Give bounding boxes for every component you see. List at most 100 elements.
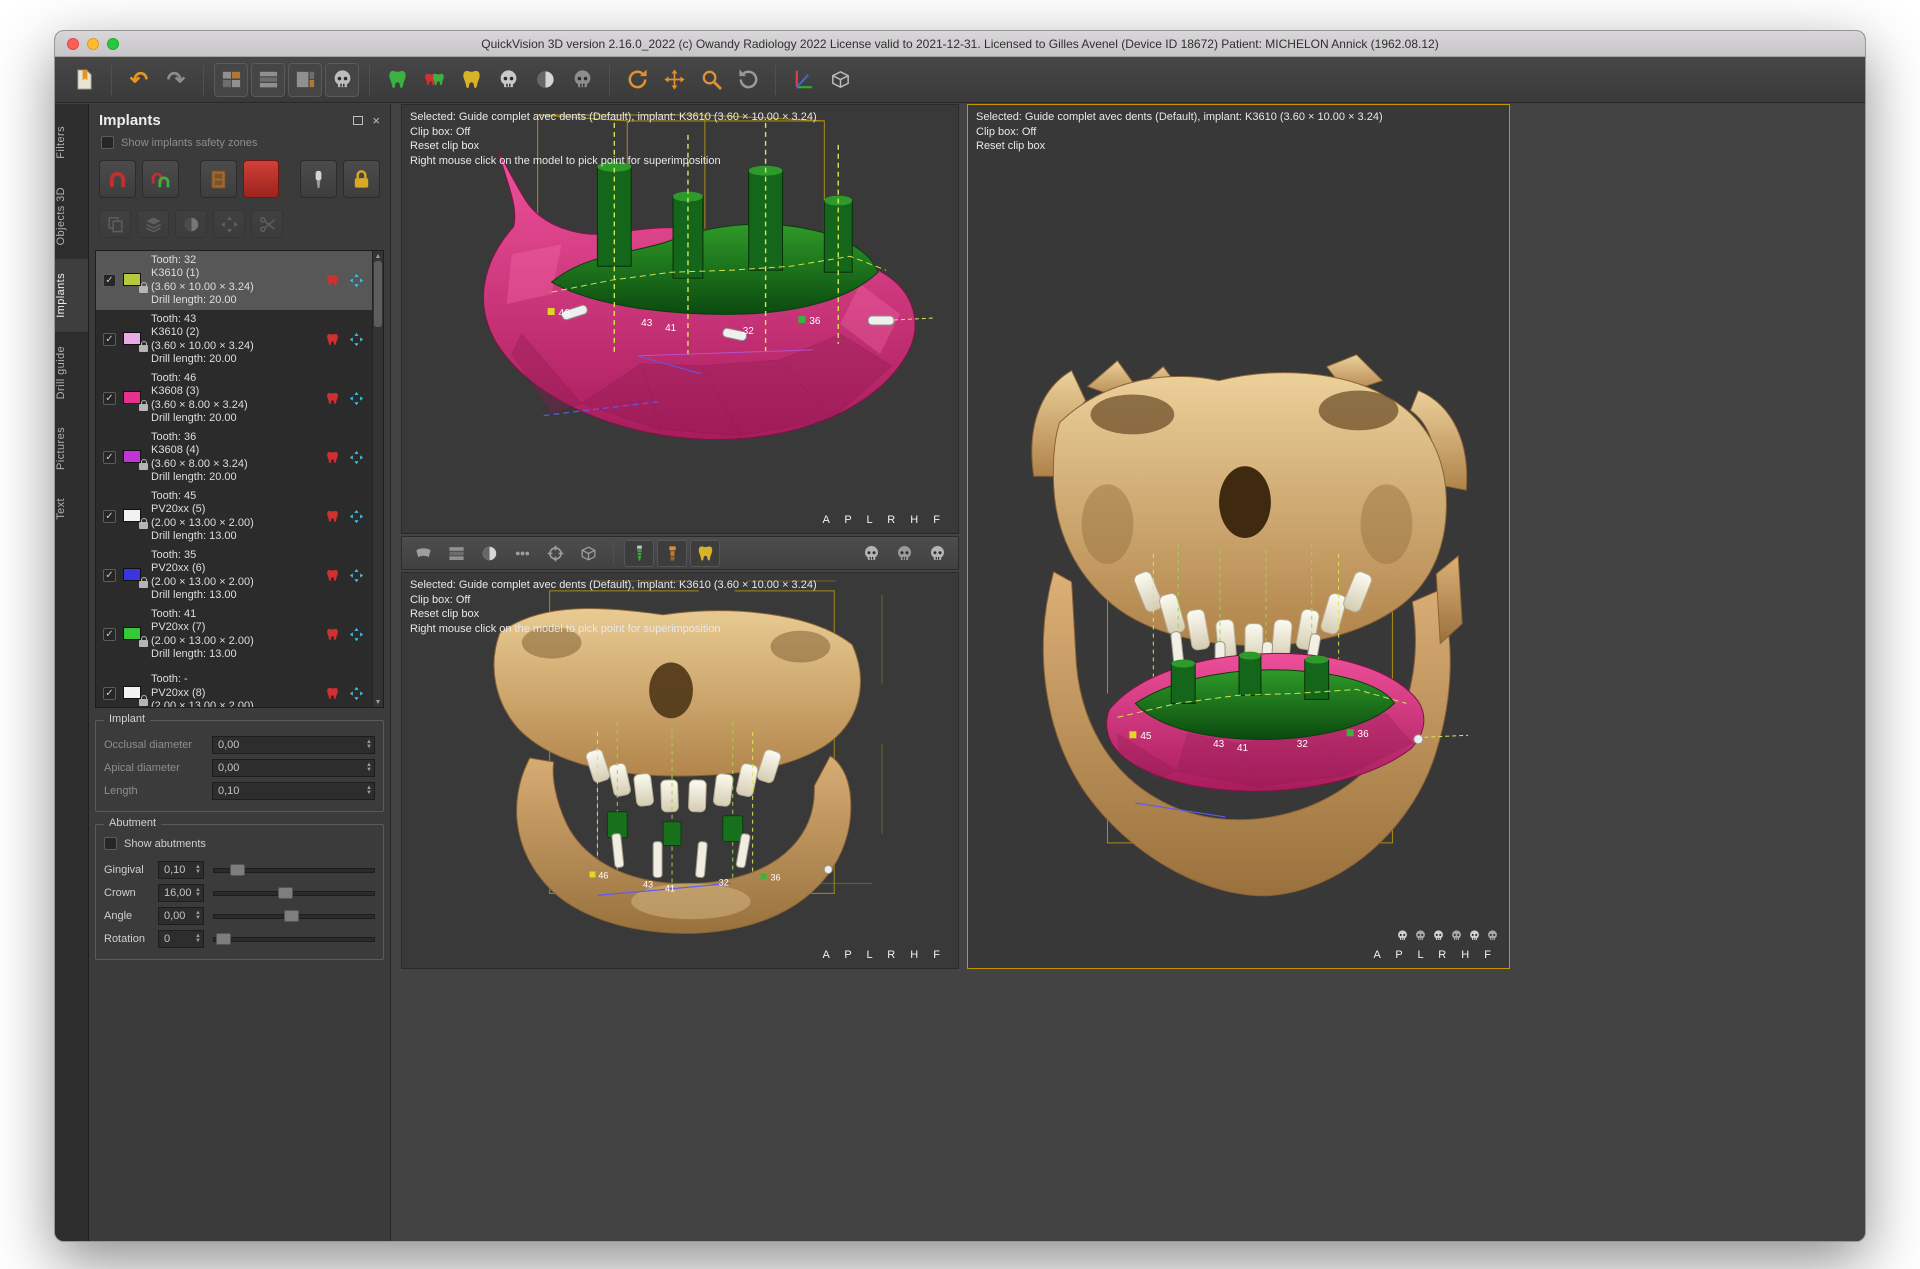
- implant-visible-checkbox[interactable]: ✓: [103, 687, 116, 700]
- spinner[interactable]: ▲▼: [366, 740, 372, 750]
- panel-close-button[interactable]: ×: [372, 114, 380, 127]
- implant-list-item[interactable]: ✓ Tooth: -PV20xx (8)(2.00 × 13.00 × 2.00…: [96, 664, 372, 707]
- delete-implant-icon[interactable]: [325, 686, 340, 701]
- move-implant-icon[interactable]: [349, 568, 364, 583]
- implant-visible-checkbox[interactable]: ✓: [103, 510, 116, 523]
- tooth-gold-button[interactable]: [690, 540, 720, 567]
- skull-left-button[interactable]: [889, 540, 919, 567]
- tab-implants[interactable]: Implants: [55, 259, 88, 332]
- implant-list-item[interactable]: ✓ Tooth: 41PV20xx (7)(2.00 × 13.00 × 2.0…: [96, 605, 372, 664]
- zoom-tool-button[interactable]: [694, 63, 728, 97]
- implant-visible-checkbox[interactable]: ✓: [103, 274, 116, 287]
- model-skull-outline-button[interactable]: [565, 63, 599, 97]
- open-patient-button[interactable]: [67, 63, 101, 97]
- viewport-bone-guide[interactable]: 45 43 41 32 36 Selected: Guide complet a…: [967, 104, 1510, 969]
- length-input[interactable]: 0,10▲▼: [212, 782, 375, 800]
- implant-color-swatch[interactable]: [123, 568, 143, 583]
- skull-anterior-icon[interactable]: [1396, 929, 1409, 942]
- implant-color-swatch[interactable]: [123, 509, 143, 524]
- implant-color-swatch[interactable]: [123, 627, 143, 642]
- skull-guide-model[interactable]: 45 43 41 32 36: [968, 105, 1509, 968]
- implant-list-item[interactable]: ✓ Tooth: 46K3608 (3)(3.60 × 8.00 × 3.24)…: [96, 369, 372, 428]
- implant-list-item[interactable]: ✓ Tooth: 35PV20xx (6)(2.00 × 13.00 × 2.0…: [96, 546, 372, 605]
- model-tooth-gold-button[interactable]: [454, 63, 488, 97]
- angle-input[interactable]: 0,00▲▼: [158, 907, 204, 925]
- scroll-down-button[interactable]: ▼: [375, 697, 382, 707]
- occlusal-diameter-input[interactable]: 0,00▲▼: [212, 736, 375, 754]
- skull-front-button[interactable]: [856, 540, 886, 567]
- lock-implants-button[interactable]: [343, 160, 380, 198]
- slice-view-button[interactable]: [441, 540, 471, 567]
- gingival-slider[interactable]: [213, 868, 375, 873]
- list-scrollbar[interactable]: ▲ ▼: [372, 251, 383, 707]
- slider-thumb[interactable]: [216, 933, 231, 945]
- layout-rows-button[interactable]: [251, 63, 285, 97]
- implant-visible-checkbox[interactable]: ✓: [103, 333, 116, 346]
- move-implant-icon[interactable]: [349, 509, 364, 524]
- mirror-button[interactable]: [175, 210, 207, 238]
- move-implant-icon[interactable]: [349, 686, 364, 701]
- apical-diameter-input[interactable]: 0,00▲▼: [212, 759, 375, 777]
- tab-pictures[interactable]: Pictures: [55, 413, 88, 484]
- scrollbar-thumb[interactable]: [374, 261, 382, 327]
- slider-thumb[interactable]: [284, 910, 299, 922]
- minimize-window-button[interactable]: [87, 38, 99, 50]
- redo-button[interactable]: ↷: [159, 63, 193, 97]
- spinner[interactable]: ▲▼: [366, 763, 372, 773]
- delete-implant-icon[interactable]: [325, 391, 340, 406]
- pano-view-button[interactable]: [408, 540, 438, 567]
- skull-right-icon[interactable]: [1450, 929, 1463, 942]
- delete-implant-icon[interactable]: [325, 450, 340, 465]
- implant-pin-button[interactable]: [300, 160, 337, 198]
- cut-button[interactable]: [251, 210, 283, 238]
- tab-drill-guide[interactable]: Drill guide: [55, 332, 88, 413]
- move-implant-icon[interactable]: [349, 450, 364, 465]
- move-implant-icon[interactable]: [349, 273, 364, 288]
- move-implant-icon[interactable]: [349, 627, 364, 642]
- implant-color-swatch[interactable]: [123, 391, 143, 406]
- show-abutments-checkbox[interactable]: [104, 837, 117, 850]
- implant-visible-checkbox[interactable]: ✓: [103, 451, 116, 464]
- delete-implant-icon[interactable]: [325, 332, 340, 347]
- measure-axes-button[interactable]: [786, 63, 820, 97]
- layout-main-side-button[interactable]: [288, 63, 322, 97]
- record-button[interactable]: [243, 160, 280, 198]
- move-implant-button[interactable]: [213, 210, 245, 238]
- slider-thumb[interactable]: [278, 887, 293, 899]
- layout-single-button[interactable]: [325, 63, 359, 97]
- crown-slider[interactable]: [213, 891, 375, 896]
- tab-text[interactable]: Text: [55, 484, 88, 534]
- mandible-guide-model[interactable]: 46 43 41 32 36: [402, 105, 958, 533]
- viewport-bone-front[interactable]: 46 43 41 32 36 Selected: Guide complet a…: [401, 572, 959, 969]
- implant-list-item[interactable]: ✓ Tooth: 32K3610 (1)(3.60 × 10.00 × 3.24…: [96, 251, 372, 310]
- orbit-button[interactable]: [731, 63, 765, 97]
- spinner[interactable]: ▲▼: [366, 786, 372, 796]
- rotate-button[interactable]: [620, 63, 654, 97]
- delete-implant-icon[interactable]: [325, 509, 340, 524]
- angle-slider[interactable]: [213, 914, 375, 919]
- implant-visible-checkbox[interactable]: ✓: [103, 628, 116, 641]
- export-door-button[interactable]: [200, 160, 237, 198]
- implant-visible-checkbox[interactable]: ✓: [103, 569, 116, 582]
- delete-implant-icon[interactable]: [325, 273, 340, 288]
- model-teeth-green-button[interactable]: [380, 63, 414, 97]
- clip-view-button[interactable]: [573, 540, 603, 567]
- implant-visible-checkbox[interactable]: ✓: [103, 392, 116, 405]
- safety-zones-checkbox[interactable]: [101, 136, 114, 149]
- model-teeth-red-green-button[interactable]: [417, 63, 451, 97]
- crown-input[interactable]: 16,00▲▼: [158, 884, 204, 902]
- target-view-button[interactable]: [540, 540, 570, 567]
- implant-color-swatch[interactable]: [123, 273, 143, 288]
- points-view-button[interactable]: [507, 540, 537, 567]
- sphere-view-button[interactable]: [474, 540, 504, 567]
- skull-head-icon[interactable]: [1468, 929, 1481, 942]
- abutment-button[interactable]: [657, 540, 687, 567]
- undo-button[interactable]: ↶: [122, 63, 156, 97]
- implant-color-swatch[interactable]: [123, 332, 143, 347]
- skull-left-icon[interactable]: [1432, 929, 1445, 942]
- panel-undock-button[interactable]: [353, 116, 363, 125]
- implant-color-swatch[interactable]: [123, 450, 143, 465]
- implant-list-item[interactable]: ✓ Tooth: 43K3610 (2)(3.60 × 10.00 × 3.24…: [96, 310, 372, 369]
- rotation-slider[interactable]: [213, 937, 375, 942]
- copy-implant-button[interactable]: [99, 210, 131, 238]
